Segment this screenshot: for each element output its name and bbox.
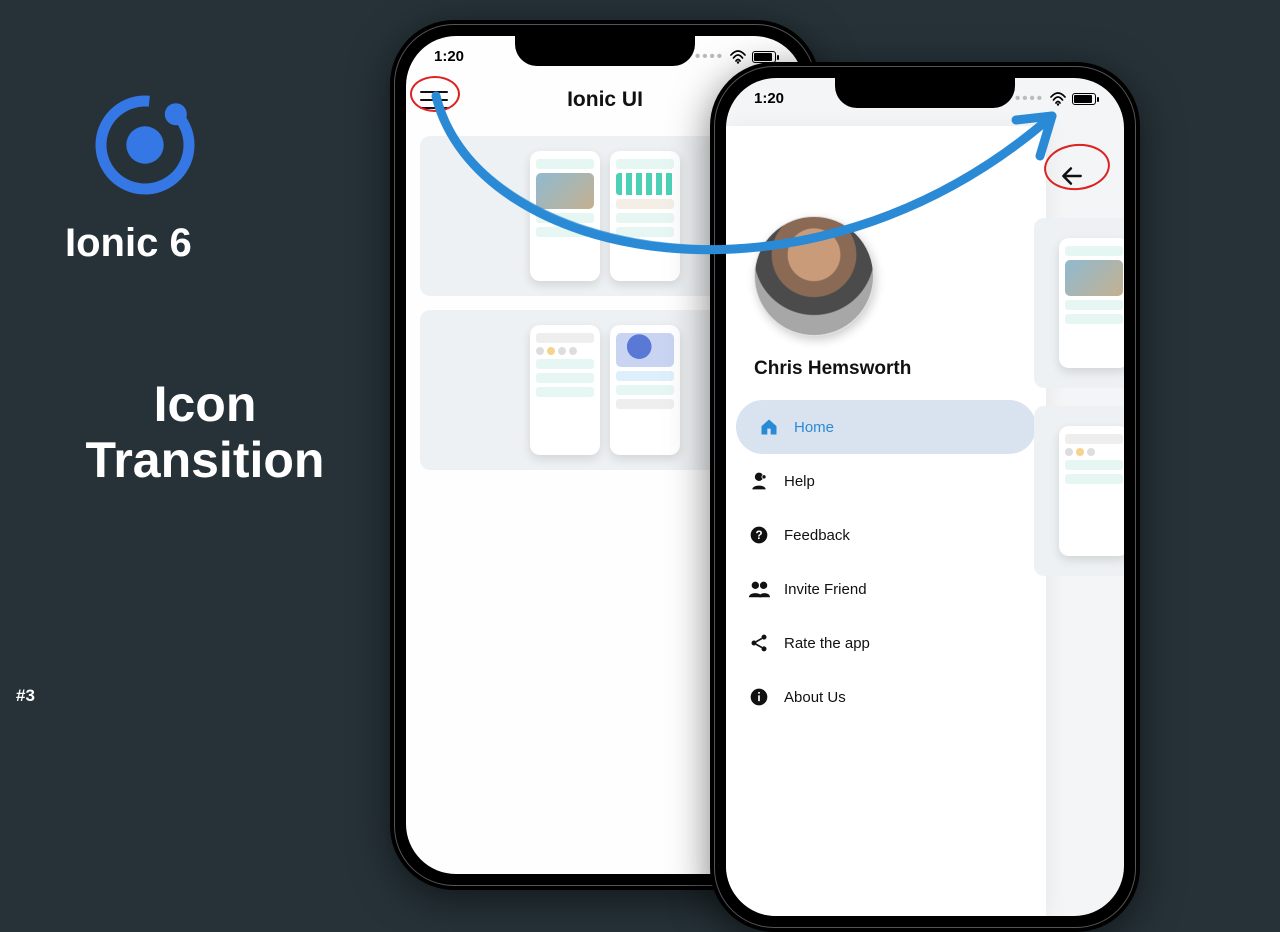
background-card-strip	[1034, 218, 1124, 576]
status-time: 1:20	[434, 48, 464, 65]
brand-label: Ionic 6	[65, 221, 365, 266]
info-icon	[748, 686, 770, 708]
menu-item-label: About Us	[784, 689, 846, 706]
menu-item-label: Help	[784, 473, 815, 490]
signal-dots-icon: ••••	[1015, 90, 1044, 107]
help-icon	[748, 470, 770, 492]
ui-preview-card	[1034, 406, 1124, 576]
back-arrow-button[interactable]	[1050, 154, 1094, 198]
side-menu-panel: Chris Hemsworth Home Help ? Feedback Inv…	[726, 126, 1046, 916]
share-icon	[748, 632, 770, 654]
wifi-icon	[730, 50, 746, 64]
menu-item-feedback[interactable]: ? Feedback	[726, 508, 1046, 562]
phone-mockup-right: 1:20 •••• Chris Hemsworth Home	[710, 62, 1140, 932]
thumbnail-text-panel: Ionic 6 Icon Transition	[45, 90, 365, 488]
menu-item-home[interactable]: Home	[736, 400, 1036, 454]
signal-dots-icon: ••••	[695, 48, 724, 65]
thumbnail-title: Icon Transition	[45, 376, 365, 488]
wifi-icon	[1050, 92, 1066, 106]
menu-item-about[interactable]: About Us	[726, 670, 1046, 724]
feedback-icon: ?	[748, 524, 770, 546]
menu-item-help[interactable]: Help	[726, 454, 1046, 508]
invite-friend-icon	[748, 578, 770, 600]
menu-list: Home Help ? Feedback Invite Friend Rate …	[726, 400, 1046, 724]
menu-item-label: Invite Friend	[784, 581, 867, 598]
battery-icon	[752, 51, 776, 63]
ui-preview-card	[1034, 218, 1124, 388]
menu-item-label: Feedback	[784, 527, 850, 544]
phone-notch	[515, 36, 695, 66]
episode-number: #3	[16, 686, 35, 706]
menu-item-label: Home	[794, 419, 834, 436]
avatar[interactable]	[754, 216, 874, 336]
phone-notch	[835, 78, 1015, 108]
menu-item-label: Rate the app	[784, 635, 870, 652]
menu-item-invite[interactable]: Invite Friend	[726, 562, 1046, 616]
menu-item-rate[interactable]: Rate the app	[726, 616, 1046, 670]
battery-icon	[1072, 93, 1096, 105]
status-time: 1:20	[754, 90, 784, 107]
ionic-logo-icon	[90, 90, 200, 200]
home-icon	[758, 416, 780, 438]
svg-text:?: ?	[755, 529, 762, 542]
user-name-label: Chris Hemsworth	[754, 358, 1046, 380]
arrow-left-icon	[1059, 163, 1085, 189]
